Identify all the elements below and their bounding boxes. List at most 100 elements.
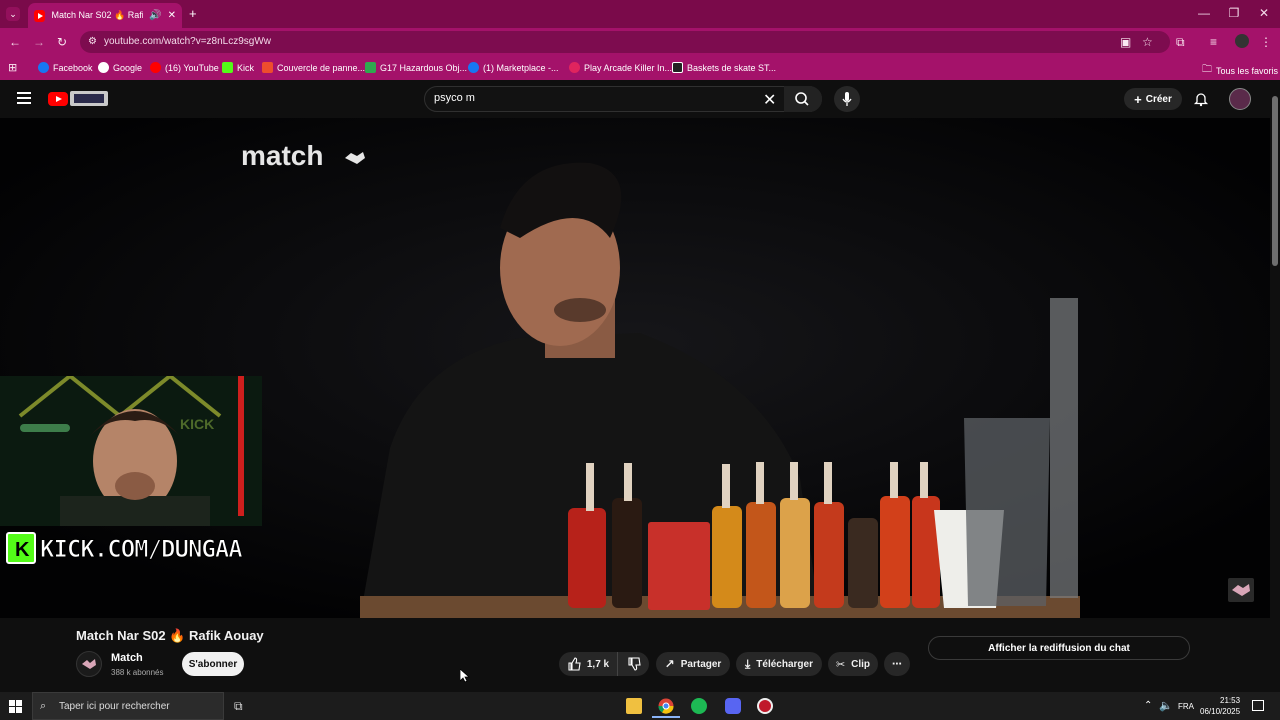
install-app-icon[interactable]: ▣ — [1120, 35, 1131, 49]
share-button[interactable]: ↗ Partager — [656, 652, 730, 676]
close-window-button[interactable]: ✕ — [1254, 6, 1274, 20]
site-info-icon[interactable]: ⚙ — [88, 36, 97, 47]
channel-name[interactable]: Match — [111, 652, 143, 664]
folder-icon: 🗀 — [1202, 64, 1212, 75]
taskbar-search[interactable]: Taper ici pour rechercher — [32, 692, 224, 720]
search-button[interactable] — [784, 86, 822, 112]
bookmark-facebook[interactable]: Facebook — [38, 62, 93, 73]
like-button[interactable]: 1,7 k — [559, 652, 617, 676]
create-button[interactable]: + Créer — [1124, 88, 1182, 110]
restore-button[interactable]: ❐ — [1224, 6, 1244, 20]
url-text[interactable]: youtube.com/watch?v=z8nLcz9sgWw — [104, 36, 271, 47]
clear-search-icon[interactable]: ✕ — [763, 90, 776, 110]
channel-avatar[interactable] — [76, 651, 102, 677]
back-icon[interactable]: ← — [9, 35, 21, 49]
tab-search-icon[interactable]: ⌄ — [6, 7, 20, 21]
notifications-icon[interactable] — [1193, 91, 1209, 107]
discord-icon[interactable] — [725, 698, 741, 714]
scrollbar-thumb[interactable] — [1272, 96, 1278, 266]
all-bookmarks[interactable]: 🗀 Tous les favoris — [1202, 62, 1278, 79]
bookmark-baskets[interactable]: Baskets de skate ST... — [672, 62, 776, 73]
account-avatar[interactable] — [1229, 88, 1251, 110]
app-red-icon[interactable] — [757, 698, 773, 714]
more-horizontal-icon: ⋯ — [892, 658, 902, 670]
bookmark-marketplace[interactable]: (1) Marketplace -... — [468, 62, 559, 73]
chrome-active-indicator — [652, 716, 680, 718]
close-tab-icon[interactable]: ✕ — [168, 10, 176, 21]
language-indicator[interactable]: FRA — [1178, 702, 1194, 711]
chat-replay-button[interactable]: Afficher la rediffusion du chat — [928, 636, 1190, 660]
extensions-icon[interactable]: ⧉ — [1176, 35, 1185, 50]
browser-tab-strip: ⌄ Match Nar S02 🔥 Rafik Ao 🔊 ✕ + — ❐ ✕ — [0, 0, 1280, 28]
subscribe-button[interactable]: S'abonner — [182, 652, 244, 676]
windows-start-icon[interactable] — [9, 700, 22, 713]
bookmark-google[interactable]: Google — [98, 62, 142, 73]
video-player[interactable]: match KICK K KICK.COM/DUNGAA — [0, 118, 1270, 618]
system-clock[interactable]: 21:53 06/10/2025 — [1200, 695, 1240, 717]
youtube-icon — [150, 62, 161, 73]
bookmarks-bar: ⊞ Facebook Google (16) YouTube Kick Couv… — [0, 56, 1280, 80]
bookmark-label: (16) YouTube — [165, 62, 219, 73]
speaker-icon[interactable]: 🔊 — [149, 10, 161, 21]
scissors-icon: ✂ — [835, 658, 846, 671]
bookmark-label: (1) Marketplace -... — [483, 62, 559, 73]
plus-icon: + — [1134, 91, 1142, 107]
bookmark-star-icon[interactable]: ☆ — [1142, 35, 1153, 49]
thumbs-up-icon — [568, 657, 581, 671]
clip-button[interactable]: ✂ Clip — [828, 652, 878, 676]
new-tab-button[interactable]: + — [189, 6, 197, 21]
subscriber-count: 388 k abonnés — [111, 668, 164, 677]
more-actions-button[interactable]: ⋯ — [884, 652, 910, 676]
create-label: Créer — [1145, 93, 1172, 105]
search-input[interactable]: psyco m — [434, 92, 475, 104]
dislike-button[interactable] — [617, 652, 649, 676]
match-logo: match — [241, 140, 324, 171]
bookmark-label: G17 Hazardous Obj... — [380, 62, 468, 73]
like-count: 1,7 k — [586, 658, 610, 670]
file-explorer-icon[interactable] — [626, 698, 642, 714]
bookmark-label: Couvercle de panne... — [277, 62, 366, 73]
bookmark-label: Google — [113, 62, 143, 73]
game-icon — [569, 62, 580, 73]
video-title: Match Nar S02 🔥 Rafik Aouay — [76, 628, 264, 643]
media-control-icon[interactable]: ≡ — [1210, 35, 1217, 49]
bookmark-label: Facebook — [53, 62, 93, 73]
youtube-logo-icon[interactable] — [48, 92, 68, 106]
search-icon — [795, 92, 809, 106]
bookmark-arcade[interactable]: Play Arcade Killer In... — [569, 62, 672, 73]
bookmark-label: Tous les favoris — [1216, 65, 1279, 76]
more-menu-icon[interactable]: ⋮ — [1260, 35, 1272, 49]
shoe-icon — [672, 62, 683, 73]
shop-icon — [262, 62, 273, 73]
minimize-button[interactable]: — — [1194, 6, 1214, 20]
chrome-icon[interactable] — [658, 698, 674, 714]
forward-icon[interactable]: → — [33, 35, 45, 49]
tab-title: Match Nar S02 🔥 Rafik Ao — [51, 10, 143, 20]
share-icon: ↗ — [664, 657, 675, 671]
taskbar-search-placeholder: Taper ici pour rechercher — [59, 700, 170, 712]
task-view-icon[interactable]: ⧉ — [234, 699, 243, 714]
download-button[interactable]: ⤓ Télécharger — [736, 652, 822, 676]
tab-active[interactable]: Match Nar S02 🔥 Rafik Ao 🔊 ✕ — [28, 3, 182, 28]
reload-icon[interactable]: ↻ — [57, 35, 67, 49]
channel-watermark-icon[interactable] — [1228, 578, 1254, 602]
notifications-center-icon[interactable] — [1252, 700, 1264, 711]
download-icon: ⤓ — [744, 656, 751, 671]
voice-search-button[interactable] — [834, 86, 860, 112]
bookmark-youtube[interactable]: (16) YouTube — [150, 62, 219, 73]
clock-time: 21:53 — [1220, 696, 1241, 705]
bookmark-kick[interactable]: Kick — [222, 62, 254, 73]
youtube-custom-logo-icon[interactable] — [70, 91, 108, 106]
bookmark-couvercle[interactable]: Couvercle de panne... — [262, 62, 365, 73]
handshake-icon — [343, 148, 367, 166]
bookmark-label: Baskets de skate ST... — [687, 62, 777, 73]
volume-icon[interactable]: 🔈 — [1159, 699, 1173, 712]
menu-icon[interactable] — [17, 92, 31, 104]
taskbar-search-icon: ⌕ — [40, 700, 47, 712]
show-hidden-icons[interactable]: ⌃ — [1144, 700, 1152, 711]
kick-channel-overlay: KICK.COM/DUNGAA — [40, 535, 244, 564]
bookmark-g17[interactable]: G17 Hazardous Obj... — [365, 62, 467, 73]
apps-grid-icon[interactable]: ⊞ — [8, 61, 17, 74]
spotify-icon[interactable] — [691, 698, 707, 714]
profile-avatar-icon[interactable] — [1235, 34, 1249, 48]
